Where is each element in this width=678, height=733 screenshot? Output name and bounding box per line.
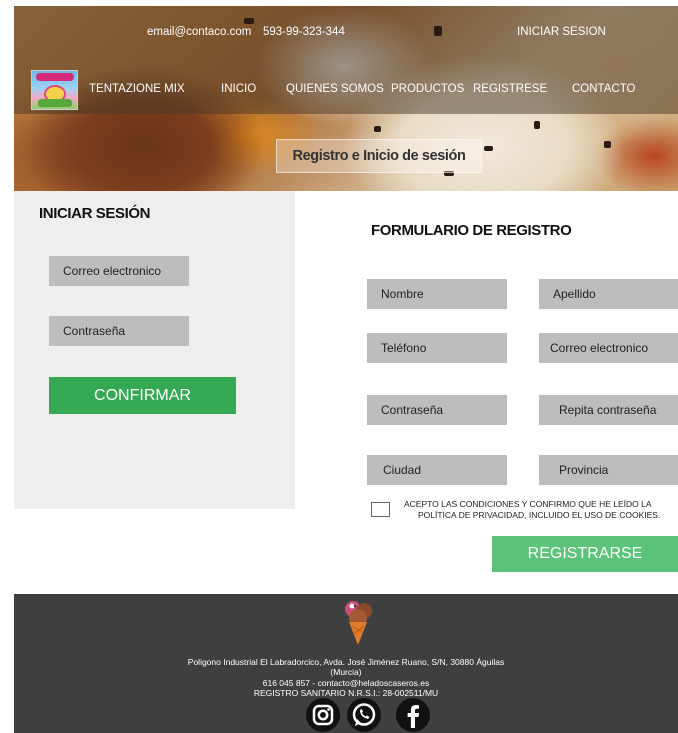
ice-cream-cone-icon bbox=[345, 601, 372, 645]
nombre-input[interactable]: Nombre bbox=[367, 279, 507, 309]
footer-contact: 616 045 857 - contacto@heladoscaseros.es bbox=[262, 678, 430, 688]
terms-line: POLÍTICA DE PRIVACIDAD, INCLUIDO EL USO … bbox=[418, 510, 661, 520]
login-heading: INICIAR SESIÓN bbox=[39, 205, 151, 222]
login-password-input[interactable]: Contraseña bbox=[49, 316, 189, 346]
page: email@contaco.com 593-99-323-344 INICIAR… bbox=[14, 6, 678, 733]
decor-speck bbox=[374, 126, 381, 132]
telefono-input[interactable]: Teléfono bbox=[367, 333, 507, 363]
nav-item-registrese[interactable]: REGISTRESE bbox=[473, 83, 547, 95]
nav-item-productos[interactable]: PRODUCTOS bbox=[391, 83, 464, 95]
login-link[interactable]: INICIAR SESION bbox=[517, 26, 606, 38]
confirm-button[interactable]: CONFIRMAR bbox=[49, 377, 236, 414]
footer-registry: REGISTRO SANITARIO N.R.S.I.: 28-002511/M… bbox=[253, 688, 439, 698]
repita-contrasena-input[interactable]: Repita contraseña bbox=[539, 395, 678, 425]
brand-logo[interactable] bbox=[31, 70, 78, 110]
nav-item-contacto[interactable]: CONTACTO bbox=[572, 83, 635, 95]
decor-speck bbox=[604, 141, 611, 148]
contrasena-input[interactable]: Contraseña bbox=[367, 395, 507, 425]
nav-item-quienes-somos[interactable]: QUIENES SOMOS bbox=[286, 83, 384, 95]
register-button[interactable]: REGISTRARSE bbox=[492, 536, 678, 572]
ciudad-input[interactable]: Ciudad bbox=[367, 455, 507, 485]
nav-item-inicio[interactable]: INICIO bbox=[221, 83, 256, 95]
header-overlay bbox=[14, 6, 678, 114]
whatsapp-icon[interactable] bbox=[347, 698, 381, 732]
footer-address-region: (Murcia) bbox=[330, 667, 362, 677]
apellido-input[interactable]: Apellido bbox=[539, 279, 678, 309]
instagram-icon[interactable] bbox=[306, 698, 340, 732]
login-panel: INICIAR SESIÓN Correo electronico Contra… bbox=[14, 191, 295, 509]
facebook-icon[interactable] bbox=[396, 698, 430, 732]
terms-line: ACEPTO LAS CONDICIONES Y CONFIRMO QUE HE… bbox=[404, 499, 652, 509]
decor-speck bbox=[484, 146, 493, 151]
hero-banner: email@contaco.com 593-99-323-344 INICIAR… bbox=[14, 6, 678, 191]
provincia-input[interactable]: Provincia bbox=[539, 455, 678, 485]
correo-input[interactable]: Correo electronico bbox=[539, 333, 678, 363]
page-title: Registro e Inicio de sesión bbox=[276, 139, 482, 173]
logo-base-shape bbox=[38, 99, 72, 107]
decor-speck bbox=[534, 121, 540, 129]
decor-speck bbox=[434, 26, 442, 36]
footer-address: Poligono Industrial El Labradorcico, Avd… bbox=[187, 657, 505, 667]
contact-email-link[interactable]: email@contaco.com bbox=[147, 26, 251, 38]
terms-label: ACEPTO LAS CONDICIONES Y CONFIRMO QUE HE… bbox=[404, 499, 674, 521]
logo-banner-shape bbox=[36, 73, 74, 81]
contact-phone-link[interactable]: 593-99-323-344 bbox=[263, 26, 345, 38]
register-heading: FORMULARIO DE REGISTRO bbox=[371, 222, 572, 239]
decor-speck bbox=[244, 18, 254, 24]
login-email-input[interactable]: Correo electronico bbox=[49, 256, 189, 286]
brand-name[interactable]: TENTAZIONE MIX bbox=[89, 83, 185, 95]
terms-checkbox[interactable] bbox=[371, 502, 390, 517]
footer: Poligono Industrial El Labradorcico, Avd… bbox=[14, 594, 678, 733]
